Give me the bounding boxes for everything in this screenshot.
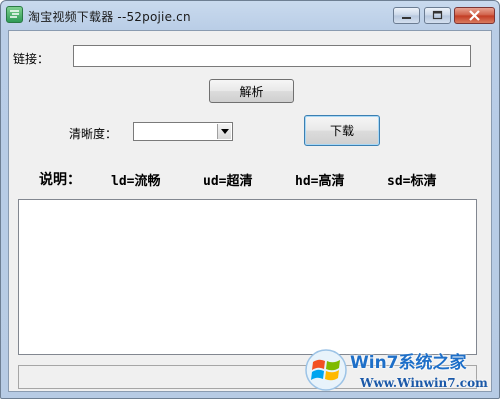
watermark-url: Www.Winwin7.com xyxy=(360,376,488,390)
quality-select[interactable] xyxy=(133,122,233,141)
legend-item: ld=流畅 xyxy=(111,174,161,189)
watermark: Win7系统之家 Www.Winwin7.com xyxy=(298,343,498,397)
legend-item: hd=高清 xyxy=(295,174,345,189)
client-area: 链接： 解析 清晰度： 下载 说明： ld=流畅 ud=超清 hd=高清 sd=… xyxy=(8,30,492,392)
legend-item: ud=超清 xyxy=(203,174,253,189)
quality-label: 清晰度： xyxy=(69,127,118,141)
minimize-icon xyxy=(402,17,411,19)
app-window: 淘宝视频下载器 --52pojie.cn 链接： 解析 清晰度： 下载 说明： … xyxy=(0,0,500,399)
chevron-down-icon[interactable] xyxy=(217,124,231,139)
download-button[interactable]: 下载 xyxy=(304,115,380,146)
window-title: 淘宝视频下载器 --52pojie.cn xyxy=(28,10,191,24)
close-icon xyxy=(469,10,480,21)
output-textarea[interactable] xyxy=(18,199,477,355)
link-label: 链接： xyxy=(13,52,50,66)
windows-logo-icon xyxy=(305,349,347,391)
maximize-icon xyxy=(432,10,443,20)
close-button[interactable] xyxy=(454,7,495,24)
title-bar[interactable]: 淘宝视频下载器 --52pojie.cn xyxy=(1,1,499,29)
link-input[interactable] xyxy=(73,45,471,67)
parse-button[interactable]: 解析 xyxy=(209,79,294,103)
app-icon xyxy=(6,6,23,23)
maximize-button[interactable] xyxy=(424,7,451,24)
legend-title: 说明： xyxy=(39,172,81,188)
watermark-title: Win7系统之家 xyxy=(350,353,467,373)
legend-item: sd=标清 xyxy=(387,174,437,189)
minimize-button[interactable] xyxy=(393,7,420,24)
